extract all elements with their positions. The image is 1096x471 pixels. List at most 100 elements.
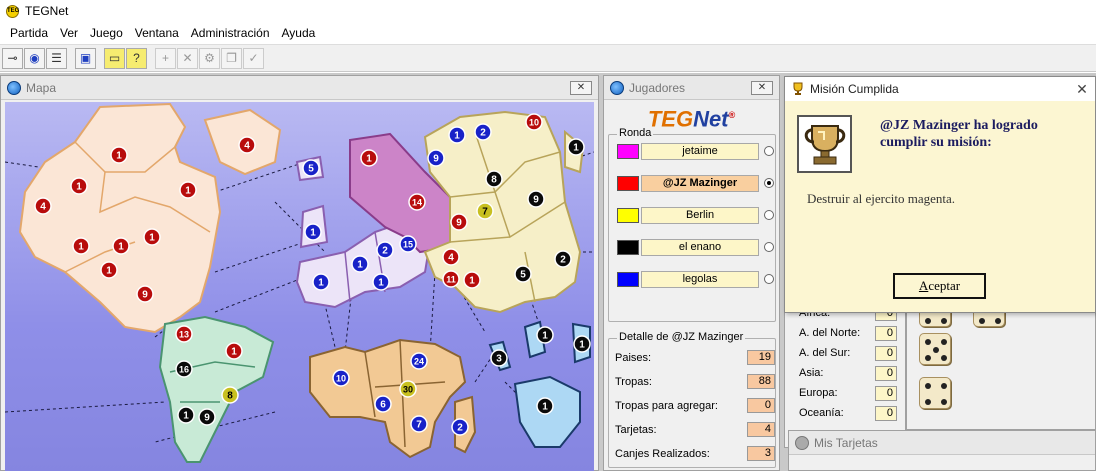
- army-marker[interactable]: 30: [399, 380, 417, 398]
- army-marker[interactable]: 1: [567, 138, 585, 156]
- check-icon[interactable]: ✓: [243, 47, 264, 69]
- close-icon[interactable]: ✕: [751, 80, 773, 95]
- detail-row: Tropas: 88: [615, 373, 775, 390]
- army-marker[interactable]: 9: [527, 190, 545, 208]
- menu-ventana[interactable]: Ventana: [129, 26, 185, 40]
- settings-icon[interactable]: ⚙: [199, 47, 220, 69]
- help-card-icon[interactable]: ?: [126, 47, 147, 69]
- army-marker[interactable]: 2: [451, 418, 469, 436]
- army-marker[interactable]: 24: [410, 352, 428, 370]
- army-marker[interactable]: 8: [485, 170, 503, 188]
- army-marker[interactable]: 5: [514, 265, 532, 283]
- army-marker[interactable]: 2: [376, 241, 394, 259]
- close-icon[interactable]: ✕: [1069, 81, 1095, 98]
- menu-ayuda[interactable]: Ayuda: [276, 26, 322, 40]
- army-marker[interactable]: 1: [448, 126, 466, 144]
- army-marker[interactable]: 13: [175, 325, 193, 343]
- dialog-titlebar[interactable]: Misión Cumplida ✕: [785, 77, 1095, 101]
- close-icon[interactable]: ✕: [570, 80, 592, 95]
- army-marker[interactable]: 4: [34, 197, 52, 215]
- player-row[interactable]: Berlin: [617, 205, 777, 225]
- cards-icon[interactable]: ❐: [221, 47, 242, 69]
- army-count: 9: [456, 218, 462, 229]
- army-marker[interactable]: 9: [427, 149, 445, 167]
- continent-row: Asia: 0: [799, 365, 897, 381]
- army-marker[interactable]: 1: [225, 342, 243, 360]
- army-marker[interactable]: 1: [72, 237, 90, 255]
- detail-value: 3: [747, 446, 775, 461]
- army-marker[interactable]: 1: [70, 177, 88, 195]
- army-marker[interactable]: 1: [179, 181, 197, 199]
- army-marker[interactable]: 9: [450, 213, 468, 231]
- menu-ver[interactable]: Ver: [54, 26, 84, 40]
- player-row[interactable]: @JZ Mazinger: [617, 173, 777, 193]
- menu-juego[interactable]: Juego: [84, 26, 129, 40]
- trophy-image: [797, 115, 852, 173]
- army-marker[interactable]: 7: [476, 202, 494, 220]
- army-marker[interactable]: 1: [112, 237, 130, 255]
- mission-card-icon[interactable]: ▭: [104, 47, 125, 69]
- army-count: 1: [310, 228, 316, 239]
- army-marker[interactable]: 1: [312, 273, 330, 291]
- army-count: 13: [179, 330, 189, 340]
- army-marker[interactable]: 6: [374, 395, 392, 413]
- list-icon[interactable]: ☰: [46, 47, 67, 69]
- start-icon[interactable]: ◉: [24, 47, 45, 69]
- army-marker[interactable]: 1: [110, 146, 128, 164]
- army-marker[interactable]: 10: [332, 369, 350, 387]
- army-marker[interactable]: 1: [536, 397, 554, 415]
- army-marker[interactable]: 3: [490, 349, 508, 367]
- player-radio[interactable]: [764, 146, 774, 156]
- detail-row: Tropas para agregar: 0: [615, 397, 775, 414]
- army-marker[interactable]: 10: [525, 113, 543, 131]
- army-marker[interactable]: 9: [198, 408, 216, 426]
- cards-window-titlebar[interactable]: Mis Tarjetas: [789, 431, 1095, 455]
- army-marker[interactable]: 1: [536, 326, 554, 344]
- player-radio[interactable]: [764, 242, 774, 252]
- army-marker[interactable]: 1: [360, 149, 378, 167]
- army-marker[interactable]: 8: [221, 386, 239, 404]
- menu-partida[interactable]: Partida: [4, 26, 54, 40]
- player-radio[interactable]: [764, 210, 774, 220]
- army-marker[interactable]: 2: [474, 123, 492, 141]
- army-marker[interactable]: 1: [351, 255, 369, 273]
- army-marker[interactable]: 5: [302, 159, 320, 177]
- player-radio[interactable]: [764, 178, 774, 188]
- army-marker[interactable]: 1: [304, 223, 322, 241]
- menu-administracion[interactable]: Administración: [185, 26, 276, 40]
- player-radio[interactable]: [764, 274, 774, 284]
- army-marker[interactable]: 1: [143, 228, 161, 246]
- army-marker[interactable]: 1: [100, 261, 118, 279]
- players-window-titlebar[interactable]: Jugadores ✕: [604, 76, 779, 100]
- army-marker[interactable]: 11: [442, 270, 460, 288]
- army-marker[interactable]: 1: [463, 271, 481, 289]
- world-map-svg[interactable]: 1414111119511411109187991 2154211 11 152131…: [5, 102, 594, 471]
- army-marker[interactable]: 7: [410, 415, 428, 433]
- army-marker[interactable]: 9: [136, 285, 154, 303]
- connect-icon[interactable]: ⊸: [2, 47, 23, 69]
- player-row[interactable]: legolas: [617, 269, 777, 289]
- army-marker[interactable]: 15: [399, 235, 417, 253]
- detail-row: Paises: 19: [615, 349, 775, 366]
- world-map[interactable]: 1 4 1 4 1 1 1 1 1 9 5 1 14 1 1 10 9 1 8 7 9 9 1 2 15 4 2 1 1 11 1 5 2 13 1…: [5, 102, 594, 471]
- player-row[interactable]: el enano: [617, 237, 777, 257]
- army-marker[interactable]: 1: [372, 273, 390, 291]
- mdi-desktop: Mapa ✕ 1 4 1 4 1 1 1 1 1 9 5 1 14 1 1 10…: [0, 73, 1096, 471]
- army-marker[interactable]: 14: [408, 193, 426, 211]
- army-marker[interactable]: 2: [554, 250, 572, 268]
- army-count: 1: [318, 278, 324, 289]
- army-count: 16: [179, 365, 189, 375]
- add-icon[interactable]: +: [155, 47, 176, 69]
- map-window-titlebar[interactable]: Mapa ✕: [1, 76, 598, 100]
- army-marker[interactable]: 16: [175, 360, 193, 378]
- army-marker[interactable]: 1: [573, 335, 591, 353]
- army-count: 24: [414, 357, 424, 367]
- attack-icon[interactable]: ✕: [177, 47, 198, 69]
- player-name: @JZ Mazinger: [641, 174, 759, 192]
- player-row[interactable]: jetaime: [617, 141, 777, 161]
- army-marker[interactable]: 4: [238, 136, 256, 154]
- army-marker[interactable]: 1: [177, 406, 195, 424]
- army-marker[interactable]: 4: [442, 248, 460, 266]
- save-icon[interactable]: ▣: [75, 47, 96, 69]
- accept-button[interactable]: Aceptar: [893, 273, 986, 299]
